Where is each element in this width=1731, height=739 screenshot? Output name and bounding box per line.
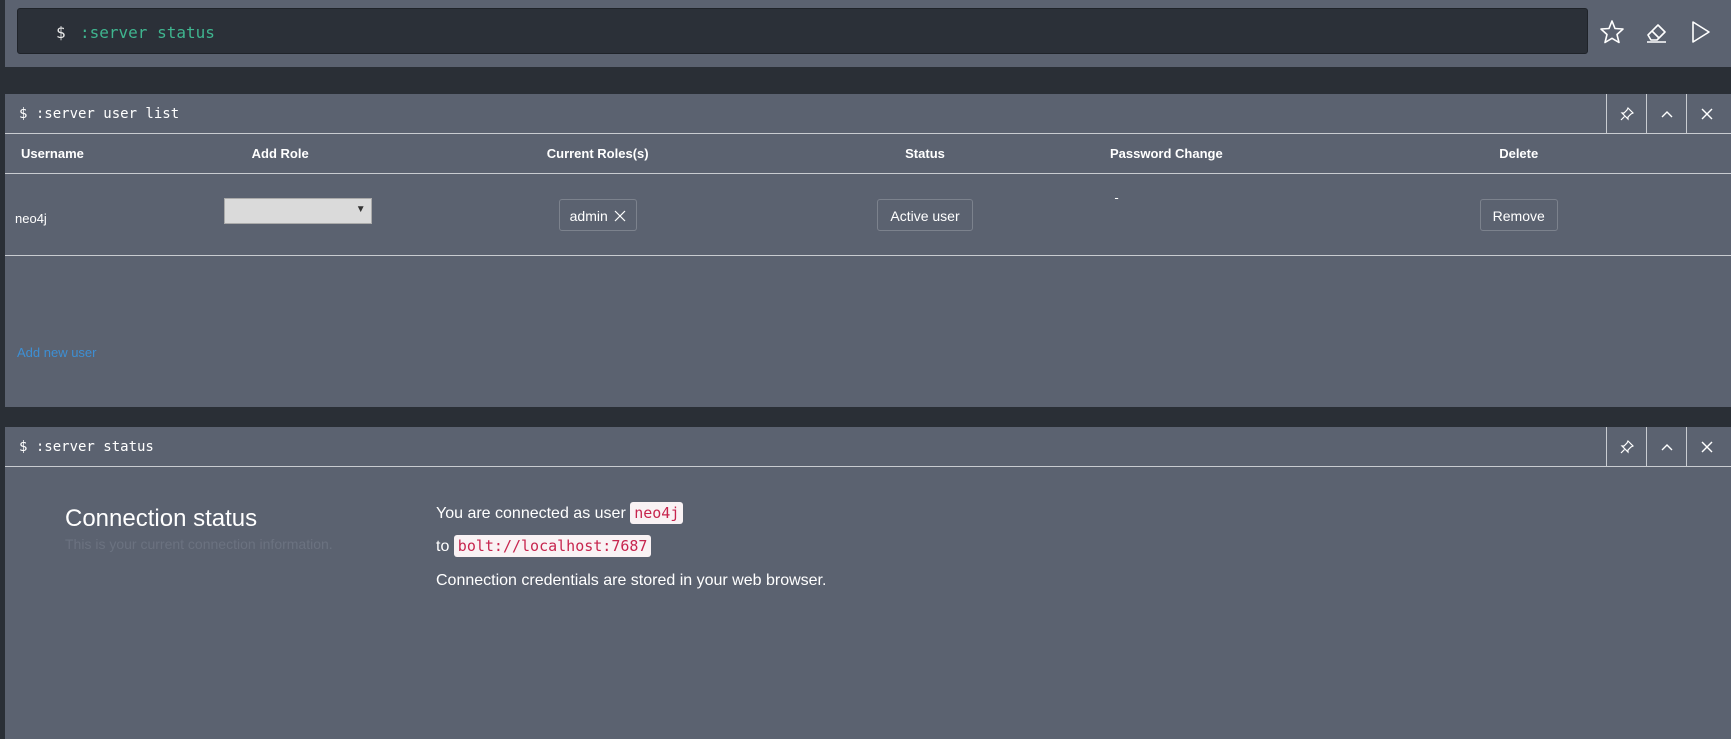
frame-header: $ :server status (5, 427, 1731, 467)
current-roles-cell: admin (371, 173, 824, 256)
delete-cell: Remove (1306, 173, 1731, 256)
col-username: Username (5, 134, 222, 174)
col-add-role: Add Role (221, 134, 372, 174)
command-editor[interactable]: $ :server status (17, 8, 1588, 54)
add-role-select[interactable]: ▼ (223, 197, 372, 224)
table-header-row: Username Add Role Current Roles(s) Statu… (5, 134, 1731, 174)
frame-header: $ :server user list (5, 94, 1731, 134)
role-tag-admin[interactable]: admin (558, 198, 637, 231)
col-delete: Delete (1306, 134, 1731, 174)
frame-title: $ :server user list (19, 106, 180, 122)
to-prefix: to (436, 538, 450, 555)
connected-user-line: You are connected as user neo4j (436, 502, 684, 524)
connection-address-line: to bolt://localhost:7687 (436, 535, 652, 557)
pin-button[interactable] (1606, 427, 1646, 466)
server-status-frame: $ :server status Connection status This … (5, 427, 1731, 739)
collapse-button[interactable] (1646, 427, 1686, 466)
chevron-up-icon (1661, 444, 1673, 451)
users-table: Username Add Role Current Roles(s) Statu… (5, 134, 1731, 256)
col-password-change: Password Change (1026, 134, 1307, 174)
chevron-up-icon (1661, 111, 1673, 118)
play-icon[interactable] (1686, 18, 1714, 46)
credentials-note: Connection credentials are stored in you… (436, 572, 827, 589)
close-button[interactable] (1686, 427, 1731, 466)
status-button[interactable]: Active user (877, 198, 973, 231)
password-change-cell: - (1026, 173, 1307, 256)
pin-button[interactable] (1606, 94, 1646, 133)
table-row: neo4j ▼ admin Active user - Remove (5, 173, 1731, 256)
role-tag-label: admin (569, 207, 608, 224)
eraser-icon[interactable] (1642, 18, 1670, 46)
frame-title: $ :server status (19, 439, 154, 455)
user-list-frame: $ :server user list Username Add Role Cu… (5, 94, 1731, 407)
close-button[interactable] (1686, 94, 1731, 133)
editor-bar: $ :server status (5, 0, 1731, 67)
connection-address-code: bolt://localhost:7687 (453, 535, 652, 557)
editor-prompt: $ (56, 23, 66, 42)
editor-command[interactable]: :server status (80, 23, 215, 42)
close-icon (1701, 441, 1713, 453)
remove-role-icon[interactable] (614, 210, 626, 222)
col-status: Status (823, 134, 1027, 174)
star-icon[interactable] (1598, 18, 1626, 46)
status-cell: Active user (823, 173, 1027, 256)
close-icon (1701, 108, 1713, 120)
connected-user-code: neo4j (630, 502, 684, 524)
add-role-cell: ▼ (221, 173, 372, 256)
remove-user-button[interactable]: Remove (1479, 198, 1558, 231)
col-current-roles: Current Roles(s) (371, 134, 824, 174)
username-cell: neo4j (5, 173, 222, 256)
collapse-button[interactable] (1646, 94, 1686, 133)
add-new-user-link[interactable]: Add new user (17, 345, 97, 360)
connected-prefix: You are connected as user (436, 505, 626, 522)
pin-icon (1620, 107, 1634, 121)
connection-status-heading: Connection status (65, 505, 258, 532)
pin-icon (1620, 440, 1634, 454)
dropdown-arrow-icon: ▼ (355, 203, 366, 215)
connection-status-subheading: This is your current connection informat… (65, 536, 333, 552)
